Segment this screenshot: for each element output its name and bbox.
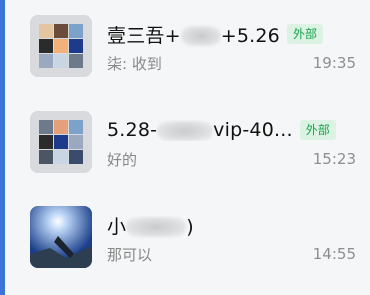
last-message-preview: 柒: 收到 bbox=[107, 54, 162, 73]
group-avatar bbox=[30, 15, 92, 77]
last-message-preview: 那可以 bbox=[107, 245, 153, 264]
title-row: 小) bbox=[107, 212, 356, 239]
chat-list: 壹三吾+ +5.26 外部 柒: 收到 19:35 5.28- vip-40..… bbox=[5, 0, 370, 295]
chat-title-tail: ) bbox=[186, 215, 194, 238]
last-message-preview: 好的 bbox=[107, 150, 138, 169]
group-avatar-icon bbox=[30, 15, 92, 77]
chat-title-tail: +5.26 bbox=[220, 24, 280, 47]
preview-row: 好的 15:23 bbox=[107, 148, 356, 170]
photo-avatar bbox=[30, 206, 92, 268]
chat-title-tail: vip-40... bbox=[213, 119, 293, 141]
external-tag: 外部 bbox=[286, 24, 323, 44]
group-avatar-icon bbox=[30, 111, 92, 173]
timestamp: 19:35 bbox=[312, 54, 356, 72]
redacted-text bbox=[126, 217, 187, 237]
group-avatar bbox=[30, 111, 92, 173]
chat-title: 壹三吾+ +5.26 bbox=[107, 21, 280, 48]
chat-title-head: 5.28- bbox=[107, 119, 158, 141]
timestamp: 14:55 bbox=[312, 245, 356, 263]
photo-avatar-icon bbox=[30, 206, 92, 268]
chat-title-head: 小 bbox=[107, 215, 127, 238]
redacted-text bbox=[157, 120, 214, 141]
chat-item[interactable]: 小) 那可以 14:55 bbox=[5, 191, 370, 285]
chat-title: 5.28- vip-40... bbox=[107, 119, 293, 141]
chat-item[interactable]: 壹三吾+ +5.26 外部 柒: 收到 19:35 bbox=[5, 0, 370, 94]
title-row: 壹三吾+ +5.26 外部 bbox=[107, 21, 356, 48]
preview-row: 那可以 14:55 bbox=[107, 243, 356, 265]
preview-row: 柒: 收到 19:35 bbox=[107, 52, 356, 74]
external-tag: 外部 bbox=[299, 120, 336, 140]
redacted-text bbox=[180, 26, 221, 46]
chat-item[interactable]: 5.28- vip-40... 外部 好的 15:23 bbox=[5, 96, 370, 190]
title-row: 5.28- vip-40... 外部 bbox=[107, 118, 356, 142]
chat-title-head: 壹三吾+ bbox=[107, 24, 181, 47]
timestamp: 15:23 bbox=[312, 150, 356, 168]
chat-title: 小) bbox=[107, 212, 194, 239]
